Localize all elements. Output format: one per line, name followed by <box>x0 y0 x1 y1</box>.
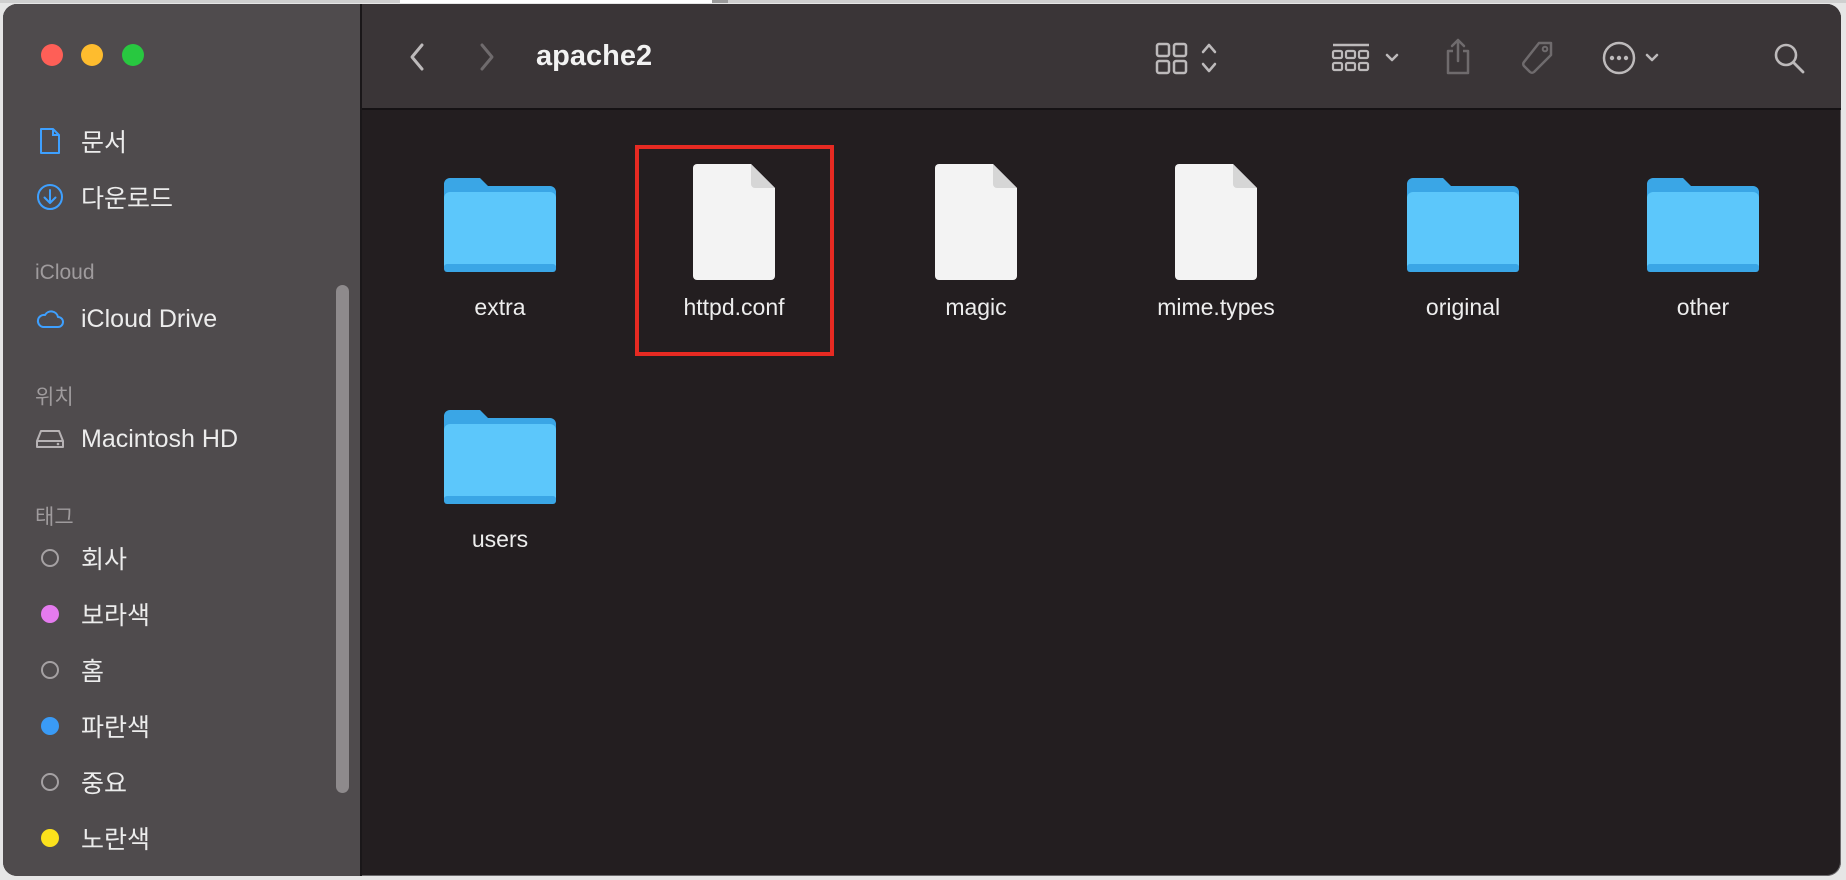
sidebar-tag-home[interactable]: 홈 <box>35 653 104 687</box>
file-item-document[interactable]: mime.types <box>1113 154 1319 321</box>
group-by-button[interactable] <box>1329 40 1405 76</box>
sidebar-item-macintosh-hd[interactable]: Macintosh HD <box>35 422 238 456</box>
share-button[interactable] <box>1441 36 1475 78</box>
tags-button[interactable] <box>1516 38 1558 80</box>
minimize-button[interactable] <box>81 44 103 66</box>
sidebar-header-icloud: iCloud <box>35 261 95 284</box>
folder-icon <box>1360 154 1566 294</box>
tag-dot-icon <box>41 773 59 791</box>
close-button[interactable] <box>41 44 63 66</box>
forward-button[interactable] <box>470 40 504 74</box>
sidebar-item-label: 홈 <box>81 658 105 686</box>
group-by-icon <box>1331 43 1399 72</box>
file-item-folder[interactable]: original <box>1360 154 1566 321</box>
highlight-box <box>635 145 834 356</box>
view-mode-button[interactable] <box>1153 40 1225 76</box>
tag-dot-icon <box>41 717 59 735</box>
file-name: original <box>1425 294 1501 320</box>
sidebar-item-label: 회사 <box>81 546 128 574</box>
sidebar-item-label: Macintosh HD <box>81 424 238 453</box>
more-actions-button[interactable] <box>1601 40 1667 76</box>
file-name: magic <box>945 294 1007 320</box>
file-item-document[interactable]: magic <box>873 154 1079 321</box>
sidebar-item-icloud-drive[interactable]: iCloud Drive <box>35 302 217 336</box>
zoom-button[interactable] <box>122 44 144 66</box>
sidebar-item-label: 문서 <box>81 129 128 157</box>
finder-window: 문서 다운로드 iCloud iCloud Drive 위치 Macintosh… <box>3 4 1841 876</box>
more-icon <box>1602 41 1659 75</box>
chevron-right-icon <box>480 43 494 71</box>
sidebar-item-label: 파란색 <box>81 714 151 742</box>
sidebar-item-label: 보라색 <box>81 602 151 630</box>
sidebar-header-tags: 태그 <box>35 506 74 529</box>
file-item-folder[interactable]: other <box>1600 154 1806 321</box>
file-name: mime.types <box>1157 294 1275 320</box>
search-icon <box>1774 43 1805 74</box>
folder-icon <box>397 386 603 526</box>
download-icon <box>35 182 65 212</box>
sidebar-item-label: iCloud Drive <box>81 304 218 333</box>
file-item-folder[interactable]: extra <box>397 154 603 321</box>
tag-dot-icon <box>41 549 59 567</box>
sidebar-scrollbar[interactable] <box>336 285 349 793</box>
sidebar-item-label: 다운로드 <box>81 185 174 213</box>
tag-icon <box>1522 41 1553 74</box>
chevron-left-icon <box>410 43 424 71</box>
window-title: apache2 <box>536 40 653 72</box>
tag-dot-icon <box>41 829 59 847</box>
sidebar-tag-important[interactable]: 중요 <box>35 765 127 799</box>
sidebar-tag-purple[interactable]: 보라색 <box>35 597 150 631</box>
folder-icon <box>397 154 603 294</box>
sidebar-tag-yellow[interactable]: 노란색 <box>35 821 150 855</box>
document-file-icon <box>1113 154 1319 294</box>
share-icon <box>1446 38 1470 75</box>
file-name: extra <box>474 294 526 320</box>
document-icon <box>35 126 65 156</box>
sidebar-item-downloads[interactable]: 다운로드 <box>35 180 173 214</box>
search-button[interactable] <box>1771 40 1807 76</box>
sidebar: 문서 다운로드 iCloud iCloud Drive 위치 Macintosh… <box>3 4 362 876</box>
tag-dot-icon <box>41 661 59 679</box>
sidebar-tag-blue[interactable]: 파란색 <box>35 709 150 743</box>
top-strip <box>0 0 1846 3</box>
sidebar-item-label: 중요 <box>81 770 128 798</box>
hard-drive-icon <box>35 424 65 454</box>
back-button[interactable] <box>400 40 434 74</box>
document-file-icon <box>873 154 1079 294</box>
sidebar-item-documents[interactable]: 문서 <box>35 124 127 158</box>
sidebar-item-label: 노란색 <box>81 826 151 854</box>
tag-dot-icon <box>41 605 59 623</box>
file-name: users <box>471 526 529 552</box>
icon-grid-icon <box>1155 42 1217 75</box>
cloud-icon <box>35 304 65 334</box>
file-item-folder[interactable]: users <box>397 386 603 553</box>
folder-icon <box>1600 154 1806 294</box>
sidebar-tag-work[interactable]: 회사 <box>35 541 127 575</box>
sidebar-header-locations: 위치 <box>35 386 74 409</box>
file-name: other <box>1676 294 1730 320</box>
